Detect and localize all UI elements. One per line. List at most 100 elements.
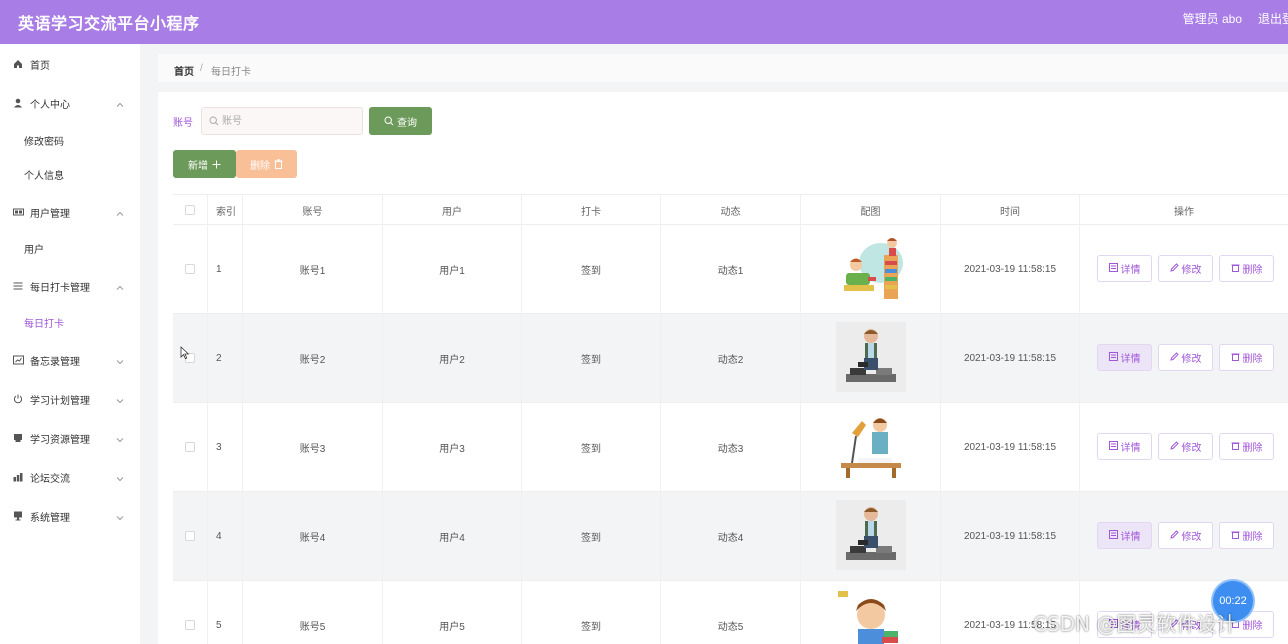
mouse-cursor-icon (180, 346, 190, 360)
row-status: 动态5 (661, 581, 801, 644)
search-input[interactable] (222, 113, 357, 129)
row-status: 动态1 (661, 225, 801, 313)
row-delete-button[interactable]: 删除 (1219, 522, 1274, 549)
sidebar-item-12[interactable]: 论坛交流 (0, 462, 140, 492)
detail-button[interactable]: 详情 (1097, 522, 1152, 549)
sidebar-item-5[interactable]: 用户管理 (0, 197, 140, 227)
header-status: 动态 (661, 195, 801, 225)
admin-name: 管理员 abo (1182, 12, 1242, 26)
sidebar-item-11[interactable]: 学习资源管理 (0, 423, 140, 453)
row-checkin: 签到 (522, 403, 661, 491)
row-checkbox[interactable] (185, 531, 195, 541)
search-field[interactable] (201, 107, 363, 135)
row-user: 用户5 (383, 581, 522, 644)
detail-button[interactable]: 详情 (1097, 344, 1152, 371)
sidebar-item-label: 每日打卡管理 (30, 283, 90, 294)
breadcrumb-home[interactable]: 首页 (174, 63, 194, 78)
row-image (801, 492, 941, 580)
sidebar-item-label: 修改密码 (24, 137, 64, 148)
select-all-checkbox[interactable] (185, 205, 195, 215)
sidebar-item-4[interactable]: 个人信息 (0, 159, 140, 189)
row-delete-button[interactable]: 删除 (1219, 255, 1274, 282)
app-title: 英语学习交流平台小程序 (18, 16, 200, 33)
boy-with-books-illustration (836, 589, 906, 644)
row-checkbox[interactable] (185, 264, 195, 274)
sidebar-item-3[interactable]: 修改密码 (0, 125, 140, 155)
chevron-up-icon (116, 207, 124, 216)
detail-button-label: 详情 (1120, 443, 1141, 454)
table-row: 2 账号2 用户2 签到 动态2 2021-03-19 11:58:15 详情 修改 删除 (173, 314, 1288, 403)
sidebar-item-13[interactable]: 系统管理 (0, 501, 140, 531)
sidebar: 首页个人中心修改密码个人信息用户管理用户每日打卡管理每日打卡备忘录管理学习计划管… (0, 44, 140, 644)
query-button[interactable]: 查询 (369, 107, 432, 135)
breadcrumb-separator: / (200, 63, 203, 74)
row-checkbox[interactable] (185, 620, 195, 630)
row-checkbox[interactable] (185, 442, 195, 452)
sidebar-item-label: 学习资源管理 (30, 435, 90, 446)
edit-button[interactable]: 修改 (1158, 522, 1213, 549)
header-checkin: 打卡 (522, 195, 661, 225)
delete-button-label: 删除 (1242, 621, 1263, 632)
row-checkin: 签到 (522, 581, 661, 644)
sidebar-item-6[interactable]: 用户 (0, 233, 140, 263)
edit-button[interactable]: 修改 (1158, 255, 1213, 282)
search-icon (384, 116, 394, 126)
edit-icon (1169, 351, 1179, 364)
edit-button-label: 修改 (1181, 354, 1202, 365)
row-account: 账号2 (243, 314, 383, 402)
man-sitting-on-books-illustration (835, 321, 906, 395)
row-image (801, 403, 941, 491)
delete-button[interactable]: 删除 (236, 150, 297, 178)
row-action-buttons: 详情 修改 删除 (1097, 522, 1274, 549)
student-at-desk-illustration (836, 411, 906, 484)
detail-icon (1108, 440, 1118, 453)
row-action-buttons: 详情 修改 删除 (1097, 344, 1274, 371)
row-checkin: 签到 (522, 225, 661, 313)
row-status: 动态4 (661, 492, 801, 580)
detail-button-label: 详情 (1120, 265, 1141, 276)
row-index: 3 (208, 403, 243, 491)
row-image (801, 581, 941, 644)
detail-icon (1108, 529, 1118, 542)
sidebar-item-9[interactable]: 备忘录管理 (0, 345, 140, 375)
row-index: 4 (208, 492, 243, 580)
delete-button-label: 删除 (1242, 354, 1263, 365)
row-delete-button[interactable]: 删除 (1219, 344, 1274, 371)
edit-icon (1169, 440, 1179, 453)
detail-button[interactable]: 详情 (1097, 433, 1152, 460)
row-delete-button[interactable]: 删除 (1219, 433, 1274, 460)
row-index: 1 (208, 225, 243, 313)
sidebar-item-1[interactable]: 首页 (0, 49, 140, 79)
sidebar-item-8[interactable]: 每日打卡 (0, 307, 140, 337)
edit-button[interactable]: 修改 (1158, 344, 1213, 371)
sidebar-item-label: 首页 (30, 61, 50, 72)
row-status: 动态3 (661, 403, 801, 491)
row-status: 动态2 (661, 314, 801, 402)
logout-link[interactable]: 退出登 (1258, 10, 1288, 27)
row-image (801, 225, 941, 313)
row-index: 2 (208, 314, 243, 402)
row-time: 2021-03-19 11:58:15 (941, 492, 1080, 580)
memo-icon (12, 354, 24, 366)
edit-button[interactable]: 修改 (1158, 433, 1213, 460)
user-icon (12, 97, 24, 109)
detail-icon (1108, 262, 1118, 275)
row-account: 账号1 (243, 225, 383, 313)
sidebar-item-7[interactable]: 每日打卡管理 (0, 271, 140, 301)
detail-button-label: 详情 (1120, 354, 1141, 365)
chevron-up-icon (116, 281, 124, 290)
home-icon (12, 58, 24, 70)
sidebar-item-label: 系统管理 (30, 513, 70, 524)
detail-button[interactable]: 详情 (1097, 255, 1152, 282)
man-sitting-on-books-illustration (835, 499, 906, 573)
chevron-down-icon (116, 394, 124, 404)
data-table: 索引 账号 用户 打卡 动态 配图 时间 操作 1 账号1 用户1 签到 动态1 2021… (173, 194, 1288, 644)
power-icon (12, 393, 24, 405)
sidebar-item-label: 论坛交流 (30, 474, 70, 485)
row-account: 账号3 (243, 403, 383, 491)
chevron-down-icon (116, 433, 124, 443)
table-row: 4 账号4 用户4 签到 动态4 2021-03-19 11:58:15 详情 修改 删除 (173, 492, 1288, 581)
add-button[interactable]: 新增 (173, 150, 236, 178)
sidebar-item-10[interactable]: 学习计划管理 (0, 384, 140, 414)
sidebar-item-2[interactable]: 个人中心 (0, 88, 140, 118)
